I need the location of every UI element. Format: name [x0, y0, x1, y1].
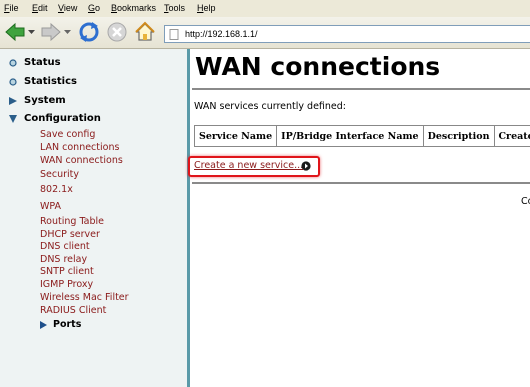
page-icon [169, 29, 179, 40]
home-icon[interactable] [134, 21, 156, 43]
table-header-row: Service Name IP/Bridge Interface Name De… [193, 125, 530, 147]
menu-view[interactable]: View [58, 3, 77, 13]
nav-lan-connections[interactable]: LAN connections [40, 142, 119, 153]
collapsed-arrow-icon [40, 321, 47, 329]
nav-statistics-label: Statistics [24, 76, 77, 87]
title-divider [192, 88, 530, 90]
nav-dns-client[interactable]: DNS client [40, 241, 90, 252]
url-bar[interactable]: http://192.168.1.1/ [164, 25, 530, 43]
nav-dhcp-server[interactable]: DHCP server [40, 229, 100, 240]
menu-bookmarks[interactable]: Bookmarks [111, 3, 156, 13]
create-service-link[interactable]: Create a new service... [194, 160, 303, 171]
nav-system-label: System [24, 95, 66, 106]
menu-bar: File Edit View Go Bookmarks Tools Help [0, 0, 530, 17]
nav-configuration-label: Configuration [24, 113, 101, 124]
nav-save-config[interactable]: Save config [40, 129, 95, 140]
bullet-icon [9, 78, 17, 86]
menu-tools[interactable]: Tools [164, 3, 185, 13]
nav-status-label: Status [24, 57, 61, 68]
go-arrow-icon[interactable] [301, 161, 311, 171]
content-divider [192, 182, 530, 184]
col-creator: Creator [493, 125, 530, 147]
menu-help[interactable]: Help [197, 3, 216, 13]
nav-igmp-proxy[interactable]: IGMP Proxy [40, 279, 93, 290]
menu-file[interactable]: File [4, 3, 19, 13]
sidebar-nav: Status Statistics System Configuration S… [0, 49, 187, 387]
menu-edit[interactable]: Edit [32, 3, 48, 13]
url-text: http://192.168.1.1/ [185, 29, 258, 39]
nav-ports-label: Ports [53, 319, 82, 330]
services-table: Service Name IP/Bridge Interface Name De… [193, 125, 530, 147]
services-subtitle: WAN services currently defined: [194, 101, 347, 112]
col-interface-name: IP/Bridge Interface Name [276, 125, 424, 147]
footer-text: Co [521, 196, 530, 207]
page-title: WAN connections [195, 52, 441, 81]
navigation-toolbar: http://192.168.1.1/ [0, 17, 530, 49]
nav-radius-client[interactable]: RADIUS Client [40, 305, 106, 316]
nav-dns-relay[interactable]: DNS relay [40, 254, 87, 265]
nav-wpa[interactable]: WPA [40, 201, 61, 212]
nav-wan-connections[interactable]: WAN connections [40, 155, 123, 166]
nav-routing-table[interactable]: Routing Table [40, 216, 104, 227]
nav-8021x[interactable]: 802.1x [40, 184, 73, 195]
col-description: Description [422, 125, 495, 147]
nav-wireless-mac-filter[interactable]: Wireless Mac Filter [40, 292, 129, 303]
nav-sntp-client[interactable]: SNTP client [40, 266, 94, 277]
expanded-arrow-icon [9, 115, 17, 123]
col-service-name: Service Name [193, 125, 278, 147]
forward-dropdown-icon[interactable] [64, 30, 71, 35]
forward-arrow-icon[interactable] [40, 22, 62, 42]
sidebar-divider [187, 49, 190, 387]
reload-icon[interactable] [78, 21, 100, 43]
menu-go[interactable]: Go [88, 3, 100, 13]
back-dropdown-icon[interactable] [28, 30, 35, 35]
collapsed-arrow-icon [9, 97, 17, 105]
stop-icon[interactable] [106, 21, 128, 43]
bullet-icon [9, 59, 17, 67]
nav-security[interactable]: Security [40, 169, 79, 180]
back-arrow-icon[interactable] [4, 22, 26, 42]
